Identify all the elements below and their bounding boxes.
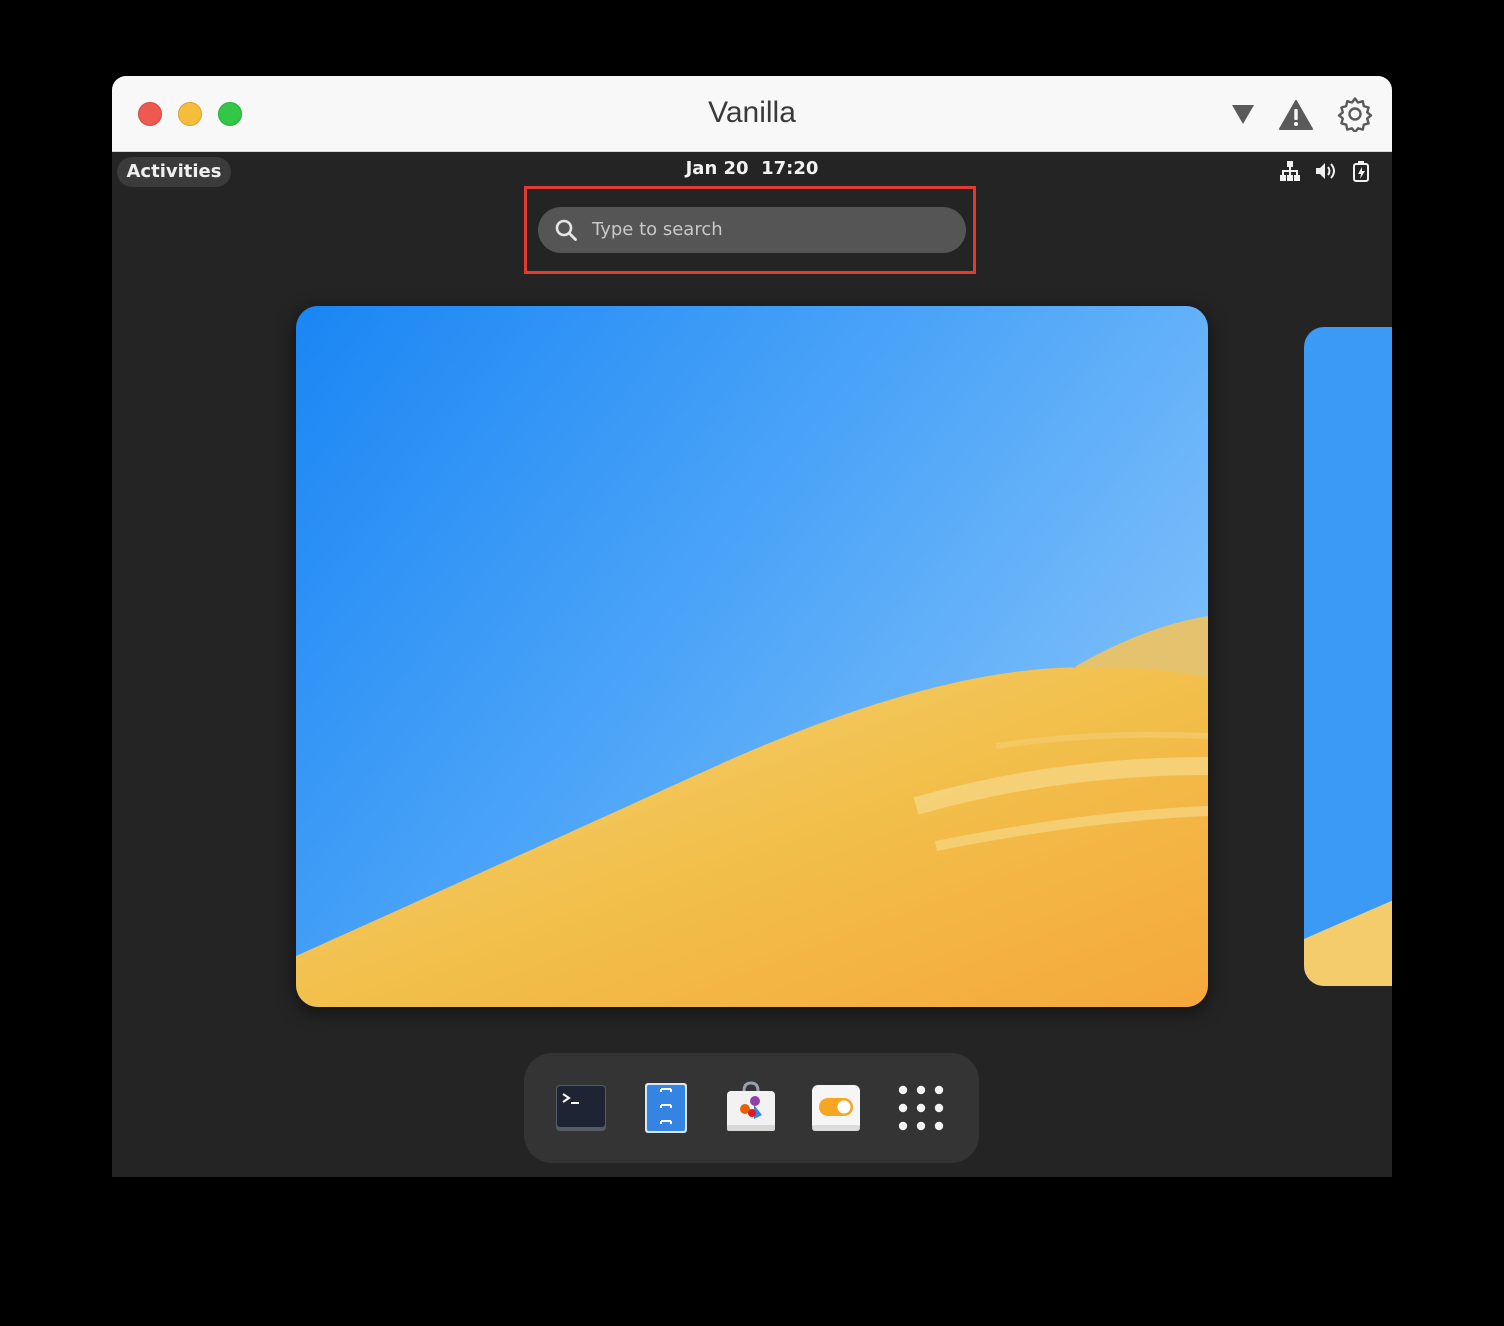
- desktop-wallpaper: [296, 306, 1208, 1007]
- search-placeholder: Type to search: [592, 219, 723, 240]
- activities-button[interactable]: Activities: [117, 157, 231, 187]
- workspace-thumbnail[interactable]: [296, 306, 1208, 1007]
- volume-icon[interactable]: [1314, 160, 1336, 182]
- software-store-icon[interactable]: [724, 1081, 778, 1135]
- search-input[interactable]: Type to search: [538, 207, 966, 253]
- files-icon[interactable]: [639, 1081, 693, 1135]
- dropdown-arrow-icon[interactable]: [1226, 102, 1260, 126]
- warning-icon[interactable]: [1278, 98, 1314, 132]
- settings-toggle-icon[interactable]: [809, 1081, 863, 1135]
- clock[interactable]: Jan 20 17:20: [652, 158, 852, 179]
- dock: [524, 1053, 979, 1163]
- gnome-overview: Activities Jan 20 17:20 Type to search: [112, 152, 1392, 1177]
- battery-icon[interactable]: [1352, 160, 1372, 182]
- next-desktop-wallpaper: [1304, 327, 1392, 986]
- terminal-icon[interactable]: [554, 1081, 608, 1135]
- next-workspace-thumbnail[interactable]: [1304, 327, 1392, 986]
- network-icon[interactable]: [1279, 160, 1301, 182]
- search-icon: [555, 219, 577, 241]
- show-apps-icon[interactable]: [894, 1081, 948, 1135]
- gear-icon[interactable]: [1337, 96, 1373, 132]
- title-bar: Vanilla: [112, 76, 1392, 152]
- window-title: Vanilla: [708, 96, 796, 129]
- vm-window: Vanilla Activities Jan 20 17:20 Type to …: [112, 76, 1392, 1177]
